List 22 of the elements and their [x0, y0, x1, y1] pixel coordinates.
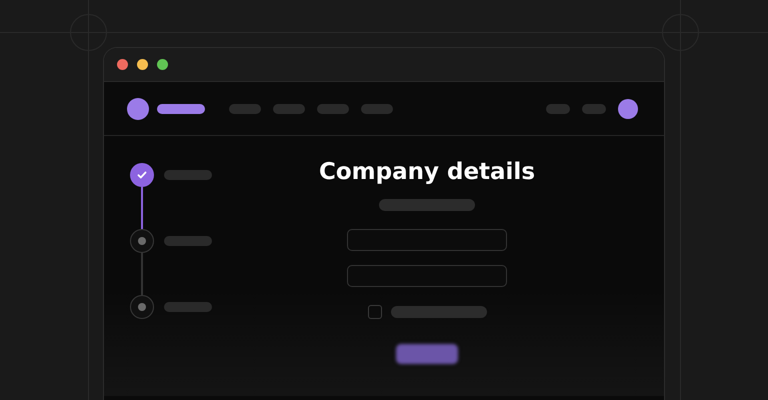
nav-link-placeholder[interactable] — [273, 104, 305, 114]
step-label-placeholder — [164, 236, 212, 246]
step-connector — [141, 187, 143, 229]
minimize-icon[interactable] — [137, 59, 148, 70]
submit-button[interactable] — [396, 344, 458, 364]
input-field[interactable] — [347, 229, 507, 251]
close-icon[interactable] — [117, 59, 128, 70]
nav-action-placeholder[interactable] — [546, 104, 570, 114]
nav-link-placeholder[interactable] — [229, 104, 261, 114]
step-label-placeholder — [164, 302, 212, 312]
brand-placeholder — [157, 104, 205, 114]
avatar-icon[interactable] — [618, 98, 638, 118]
step-label-placeholder — [164, 170, 212, 180]
form-heading: Company details — [318, 158, 536, 187]
step-connector — [141, 253, 143, 295]
nav-action-placeholder[interactable] — [582, 104, 606, 114]
logo-icon — [127, 98, 149, 120]
nav-link-placeholder[interactable] — [361, 104, 393, 114]
input-field[interactable] — [347, 265, 507, 287]
maximize-icon[interactable] — [157, 59, 168, 70]
checkbox[interactable] — [368, 305, 382, 319]
nav-link-placeholder[interactable] — [317, 104, 349, 114]
